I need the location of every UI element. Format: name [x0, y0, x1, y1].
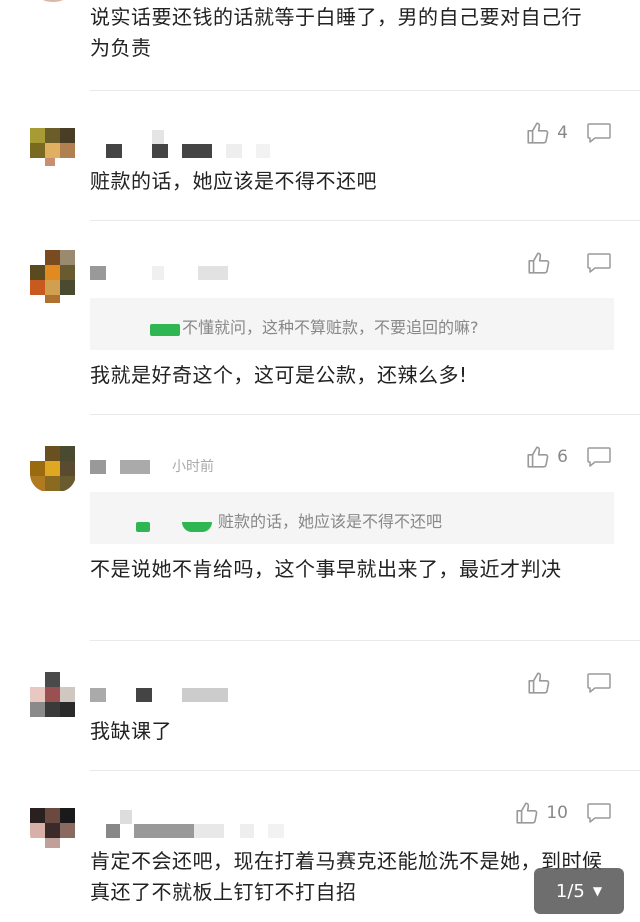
thumbs-up-icon	[525, 444, 551, 470]
comment-text: 说实话要还钱的话就等于白睡了，男的自己要对自己行为负责	[90, 5, 582, 60]
thumbs-up-icon	[514, 800, 540, 826]
quoted-comment[interactable]: 不懂就问，这种不算赃款，不要追回的嘛?	[90, 298, 614, 350]
comment-actions	[526, 670, 612, 696]
reply-button[interactable]	[586, 252, 612, 274]
comment-item: 不懂就问，这种不算赃款，不要追回的嘛? 我就是好奇这个，这可是公款，还辣么多!	[0, 222, 640, 416]
quoted-text: 不懂就问，这种不算赃款，不要追回的嘛?	[182, 318, 479, 337]
avatar[interactable]	[30, 250, 76, 304]
username-redacted[interactable]	[90, 810, 290, 840]
comment-actions: 4	[525, 120, 612, 146]
reply-button[interactable]	[586, 672, 612, 694]
divider	[90, 640, 640, 641]
page-indicator-button[interactable]: 1/5 ▼	[534, 868, 624, 914]
reply-button[interactable]	[586, 446, 612, 468]
avatar[interactable]	[30, 446, 76, 492]
like-count: 4	[557, 123, 568, 143]
avatar[interactable]	[30, 128, 76, 174]
comment-bubble-icon	[586, 446, 612, 468]
divider	[90, 770, 640, 771]
comment-actions	[526, 250, 612, 276]
like-count: 10	[546, 803, 568, 823]
comment-text: 我就是好奇这个，这可是公款，还辣么多!	[90, 363, 468, 387]
redacted-name-mark	[136, 522, 150, 532]
like-button[interactable]	[526, 670, 568, 696]
like-count: 6	[557, 447, 568, 467]
comment-bubble-icon	[586, 802, 612, 824]
like-button[interactable]: 4	[525, 120, 568, 146]
like-button[interactable]: 6	[525, 444, 568, 470]
divider	[90, 414, 640, 415]
comment-text: 赃款的话，她应该是不得不还吧	[90, 169, 377, 193]
quoted-comment[interactable]: 赃款的话，她应该是不得不还吧	[90, 492, 614, 544]
avatar[interactable]	[30, 672, 76, 718]
reply-button[interactable]	[586, 802, 612, 824]
comment-bubble-icon	[586, 122, 612, 144]
username-redacted[interactable]	[90, 130, 280, 160]
comment-actions: 10	[514, 800, 612, 826]
comment-bubble-icon	[586, 672, 612, 694]
thumbs-up-icon	[526, 670, 552, 696]
comment-bubble-icon	[586, 252, 612, 274]
avatar[interactable]	[30, 0, 76, 2]
page-indicator-label: 1/5	[555, 880, 585, 902]
comment-item: 4 赃款的话，她应该是不得不还吧	[0, 92, 640, 222]
thumbs-up-icon	[525, 120, 551, 146]
timestamp: 小时前	[172, 459, 214, 475]
comment-item: 说实话要还钱的话就等于白睡了，男的自己要对自己行为负责	[0, 0, 640, 92]
redacted-name-mark	[182, 522, 212, 532]
comment-item: 小时前 6 赃款的话，她应该是不得不还吧 不是说她不肯给吗，这个事早就出来了，最…	[0, 416, 640, 642]
thumbs-up-icon	[526, 250, 552, 276]
username-redacted[interactable]	[90, 266, 230, 282]
comment-actions: 6	[525, 444, 612, 470]
username-redacted[interactable]	[90, 688, 230, 704]
like-button[interactable]	[526, 250, 568, 276]
like-button[interactable]: 10	[514, 800, 568, 826]
comment-text: 我缺课了	[90, 719, 172, 743]
redacted-name-mark	[150, 324, 180, 336]
comment-item: 我缺课了	[0, 642, 640, 772]
reply-button[interactable]	[586, 122, 612, 144]
divider	[90, 220, 640, 221]
avatar[interactable]	[30, 808, 76, 848]
quoted-text: 赃款的话，她应该是不得不还吧	[218, 512, 443, 531]
triangle-down-icon: ▼	[592, 884, 603, 898]
username-redacted[interactable]	[90, 460, 170, 476]
comment-text: 不是说她不肯给吗，这个事早就出来了，最近才判决	[90, 557, 562, 581]
divider	[90, 90, 640, 91]
